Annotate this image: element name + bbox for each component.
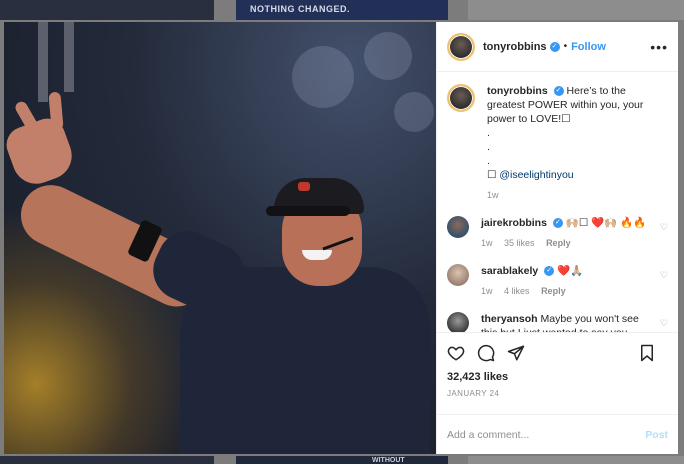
comment-likes[interactable]: 4 likes bbox=[504, 286, 530, 296]
comment-bubble-icon[interactable] bbox=[477, 344, 495, 362]
share-paper-plane-icon[interactable] bbox=[507, 344, 525, 362]
backdrop-thumbnail-text: WITHOUT bbox=[372, 457, 405, 464]
comment-item: theryansoh Maybe you won't see this but … bbox=[447, 312, 668, 332]
post-header: tonyrobbins ✓ • Follow ••• bbox=[437, 22, 678, 72]
cap-logo bbox=[298, 182, 310, 191]
more-options-icon[interactable]: ••• bbox=[650, 39, 668, 55]
reply-button[interactable]: Reply bbox=[541, 286, 566, 296]
comment-username[interactable]: theryansoh bbox=[481, 313, 538, 325]
comment-like-heart-icon[interactable]: ♡ bbox=[660, 270, 668, 281]
like-heart-icon[interactable] bbox=[447, 344, 465, 362]
comment-input[interactable] bbox=[447, 428, 646, 441]
post-side-panel: tonyrobbins ✓ • Follow ••• tonyrobbins ✓… bbox=[436, 22, 678, 454]
author-avatar[interactable] bbox=[447, 84, 475, 112]
comment-age[interactable]: 1w bbox=[481, 238, 493, 248]
post-date[interactable]: JANUARY 24 bbox=[447, 389, 668, 398]
commenter-avatar[interactable] bbox=[447, 312, 469, 332]
comments-list[interactable]: tonyrobbins ✓ Here’s to the greatest POW… bbox=[437, 72, 678, 332]
comment-item: jairekrobbins ✓ 🙌🏼☐ ❤️🙌🏼 🔥🔥 1w 35 likes … bbox=[447, 216, 668, 250]
backdrop-thumbnail[interactable] bbox=[0, 0, 214, 20]
speaker-hand bbox=[4, 113, 79, 191]
reply-button[interactable]: Reply bbox=[546, 238, 571, 248]
verified-badge-icon: ✓ bbox=[544, 266, 555, 277]
backdrop-thumbnail[interactable] bbox=[468, 456, 684, 464]
comment-like-heart-icon[interactable]: ♡ bbox=[660, 222, 668, 233]
bookmark-icon[interactable] bbox=[638, 344, 656, 362]
post-modal: tonyrobbins ✓ • Follow ••• tonyrobbins ✓… bbox=[4, 22, 678, 454]
commenter-avatar[interactable] bbox=[447, 264, 469, 286]
caption-dot: . bbox=[487, 141, 490, 153]
comment-like-heart-icon[interactable]: ♡ bbox=[660, 318, 668, 329]
commenter-avatar[interactable] bbox=[447, 216, 469, 238]
caption-dot: . bbox=[487, 155, 490, 167]
verified-badge-icon: ✓ bbox=[553, 86, 564, 97]
bokeh-light bbox=[394, 92, 434, 132]
verified-badge-icon: ✓ bbox=[549, 41, 560, 52]
author-username[interactable]: tonyrobbins bbox=[483, 41, 547, 53]
comment-item: sarablakely ✓ ❤️🙏🏼 1w 4 likes Reply ♡ bbox=[447, 264, 668, 298]
comment-text: ❤️🙏🏼 bbox=[557, 265, 584, 277]
backdrop-thumbnail-text: NOTHING CHANGED. bbox=[250, 4, 350, 14]
caption-username[interactable]: tonyrobbins bbox=[487, 85, 548, 97]
like-count[interactable]: 32,423 likes bbox=[447, 371, 668, 383]
stage-rig bbox=[38, 22, 48, 102]
verified-badge-icon: ✓ bbox=[552, 218, 563, 229]
bokeh-light bbox=[292, 46, 354, 108]
comment-age[interactable]: 1w bbox=[481, 286, 493, 296]
post-comment-button[interactable]: Post bbox=[645, 429, 668, 441]
comment-username[interactable]: sarablakely bbox=[481, 265, 538, 277]
comment-text: 🙌🏼☐ ❤️🙌🏼 🔥🔥 bbox=[565, 217, 647, 229]
comment-likes[interactable]: 35 likes bbox=[504, 238, 535, 248]
speaker-finger bbox=[48, 91, 64, 131]
bokeh-light bbox=[364, 32, 412, 80]
post-photo[interactable] bbox=[4, 22, 436, 454]
author-avatar[interactable] bbox=[447, 32, 475, 61]
caption-mention-prefix: ☐ bbox=[487, 169, 500, 181]
backdrop-thumbnail[interactable] bbox=[236, 456, 448, 464]
post-actions: 32,423 likes JANUARY 24 bbox=[437, 332, 678, 414]
follow-button[interactable]: Follow bbox=[571, 41, 606, 53]
add-comment-bar: Post bbox=[437, 414, 678, 454]
backdrop-thumbnail[interactable] bbox=[468, 0, 684, 20]
caption: tonyrobbins ✓ Here’s to the greatest POW… bbox=[447, 84, 668, 202]
separator-dot: • bbox=[563, 41, 568, 52]
caption-age[interactable]: 1w bbox=[487, 190, 499, 200]
speaker-cap-brim bbox=[266, 206, 350, 216]
comment-username[interactable]: jairekrobbins bbox=[481, 217, 547, 229]
caption-dot: . bbox=[487, 127, 490, 139]
mention-link[interactable]: @iseelightinyou bbox=[499, 169, 573, 181]
stage-rig bbox=[64, 22, 74, 92]
backdrop-thumbnail[interactable] bbox=[0, 456, 214, 464]
